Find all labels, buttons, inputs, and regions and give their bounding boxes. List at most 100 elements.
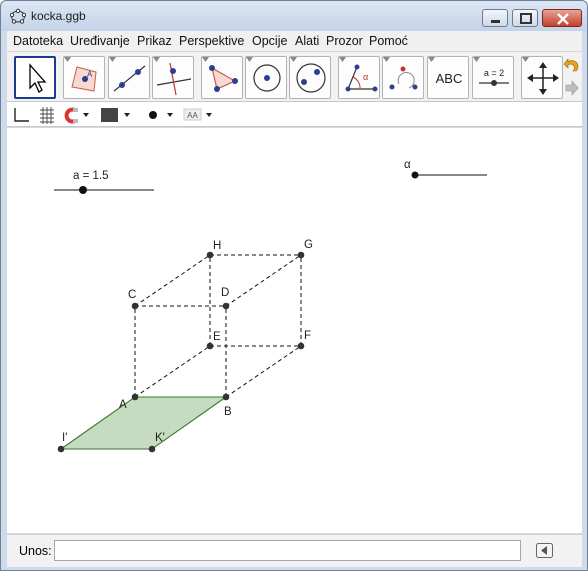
base-polygon[interactable] bbox=[59, 396, 228, 450]
chevron-down-icon bbox=[109, 57, 116, 62]
slider-a[interactable]: a = 1.5 bbox=[54, 170, 154, 194]
toolbar: A α ABC a = 2 bbox=[7, 52, 582, 102]
minimize-icon bbox=[491, 20, 500, 23]
menu-prikaz[interactable]: Prikaz bbox=[137, 34, 172, 48]
polygon-point-icon: A bbox=[71, 66, 97, 92]
point-f[interactable] bbox=[297, 342, 305, 350]
point-i-prime[interactable] bbox=[57, 445, 65, 453]
point-h[interactable] bbox=[206, 251, 214, 259]
cube-edges bbox=[134, 254, 302, 398]
menu-pomoc[interactable]: Pomoć bbox=[369, 34, 408, 48]
svg-text:α: α bbox=[363, 72, 368, 82]
color-swatch-icon[interactable] bbox=[101, 108, 130, 122]
undo-redo-group bbox=[563, 54, 579, 100]
label-f: F bbox=[304, 330, 311, 342]
chevron-down-icon bbox=[522, 57, 529, 62]
chevron-down-icon bbox=[383, 57, 390, 62]
reflect-tool-icon bbox=[389, 66, 418, 90]
point-g[interactable] bbox=[297, 251, 305, 259]
chevron-down-icon bbox=[64, 57, 71, 62]
slider-alpha-handle[interactable] bbox=[411, 171, 419, 179]
point-d[interactable] bbox=[222, 302, 230, 310]
menu-prozor[interactable]: Prozor bbox=[326, 34, 363, 48]
slider-alpha[interactable]: α bbox=[404, 159, 487, 179]
title-bar: kocka.ggb bbox=[1, 1, 587, 31]
axes-toggle-icon[interactable] bbox=[14, 108, 29, 122]
reflect-tool-button[interactable] bbox=[382, 56, 424, 99]
polygon-tool-button[interactable] bbox=[201, 56, 243, 99]
label-i-prime: I' bbox=[62, 432, 67, 444]
menu-opcije[interactable]: Opcije bbox=[252, 34, 287, 48]
close-button[interactable] bbox=[542, 9, 582, 27]
command-input[interactable] bbox=[54, 540, 521, 561]
conic-tool-icon bbox=[296, 63, 326, 93]
point-c[interactable] bbox=[131, 302, 139, 310]
point-e[interactable] bbox=[206, 342, 214, 350]
menu-datoteka[interactable]: Datoteka bbox=[13, 34, 63, 48]
grid-toggle-icon[interactable] bbox=[40, 107, 54, 124]
move-view-tool-button[interactable] bbox=[521, 56, 563, 99]
chevron-down-icon bbox=[428, 57, 435, 62]
text-tool-label: ABC bbox=[436, 71, 463, 86]
chevron-down-icon bbox=[473, 57, 480, 62]
graphics-view[interactable]: a = 1.5 α H G C D E F A B I' K' bbox=[7, 128, 582, 533]
chevron-down-icon bbox=[290, 57, 297, 62]
redo-icon[interactable] bbox=[563, 79, 579, 99]
point-b[interactable] bbox=[222, 393, 230, 401]
chevron-down-icon bbox=[246, 57, 253, 62]
move-tool-button[interactable] bbox=[14, 56, 56, 99]
point-capture-icon[interactable] bbox=[64, 107, 89, 124]
point-k-prime[interactable] bbox=[148, 445, 156, 453]
close-icon bbox=[557, 13, 569, 25]
conic-tool-button[interactable] bbox=[289, 56, 331, 99]
slider-tool-icon: a = 2 bbox=[479, 68, 509, 86]
label-g: G bbox=[304, 239, 313, 251]
label-d: D bbox=[221, 287, 229, 299]
app-window: kocka.ggb Datoteka Uređivanje Prikaz Per… bbox=[0, 0, 588, 571]
svg-text:A: A bbox=[87, 70, 93, 79]
maximize-icon bbox=[520, 13, 532, 24]
geometry-canvas[interactable]: a = 1.5 α H G C D E F A B I' K' bbox=[7, 128, 582, 533]
perpendicular-line-icon bbox=[156, 62, 192, 96]
style-bar: AA bbox=[7, 102, 582, 127]
angle-tool-button[interactable]: α bbox=[338, 56, 380, 99]
point-a[interactable] bbox=[131, 393, 139, 401]
label-k-prime: K' bbox=[155, 432, 165, 444]
menu-perspektive[interactable]: Perspektive bbox=[179, 34, 244, 48]
label-a: A bbox=[119, 399, 127, 411]
style-bar-icons: AA bbox=[14, 107, 212, 124]
label-c: C bbox=[128, 289, 136, 301]
chevron-down-icon bbox=[202, 57, 209, 62]
label-style-icon[interactable]: AA bbox=[183, 108, 212, 121]
label-h: H bbox=[213, 240, 221, 252]
input-help-icon[interactable] bbox=[536, 543, 553, 558]
circle-tool-icon bbox=[253, 64, 281, 92]
slider-a-label: a = 1.5 bbox=[73, 170, 109, 182]
input-label: Unos: bbox=[19, 544, 52, 558]
menu-uredivanje[interactable]: Uređivanje bbox=[70, 34, 130, 48]
menu-alati[interactable]: Alati bbox=[295, 34, 319, 48]
label-style-text: AA bbox=[187, 111, 198, 120]
label-e: E bbox=[213, 331, 221, 343]
point-tool-button[interactable]: A bbox=[63, 56, 105, 99]
circle-tool-button[interactable] bbox=[245, 56, 287, 99]
text-tool-button[interactable]: ABC bbox=[427, 56, 469, 99]
slider-tool-button[interactable]: a = 2 bbox=[472, 56, 514, 99]
move-view-icon bbox=[527, 62, 559, 95]
angle-tool-icon: α bbox=[345, 64, 378, 92]
label-b: B bbox=[224, 406, 232, 418]
perpendicular-tool-button[interactable] bbox=[152, 56, 194, 99]
minimize-button[interactable] bbox=[482, 9, 508, 27]
point-style-icon[interactable] bbox=[149, 111, 173, 119]
undo-icon[interactable] bbox=[563, 56, 579, 76]
move-tool-icon bbox=[29, 63, 47, 93]
maximize-button[interactable] bbox=[512, 9, 538, 27]
input-bar: Unos: bbox=[7, 534, 582, 567]
slider-a-handle[interactable] bbox=[79, 186, 87, 194]
text-tool-icon: ABC bbox=[436, 71, 463, 86]
line-tool-button[interactable] bbox=[108, 56, 150, 99]
geogebra-logo-icon bbox=[10, 8, 26, 24]
slider-alpha-label: α bbox=[404, 159, 411, 171]
polygon-tool-icon bbox=[209, 65, 238, 92]
chevron-down-icon bbox=[153, 57, 160, 62]
